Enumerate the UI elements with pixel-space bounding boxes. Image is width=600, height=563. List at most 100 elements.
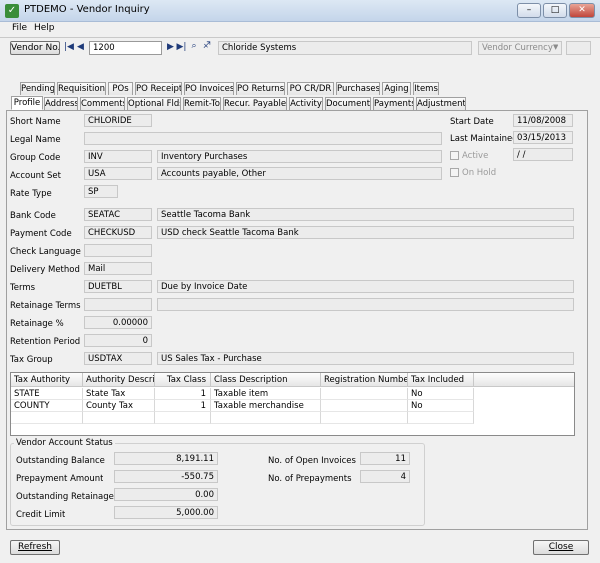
table-cell[interactable] bbox=[321, 400, 408, 412]
credit-limit-label: Credit Limit bbox=[16, 510, 66, 520]
vendor-currency-select[interactable]: Vendor Currency bbox=[478, 41, 562, 55]
tab-aging[interactable]: Aging bbox=[382, 82, 411, 95]
retainage-terms-description bbox=[157, 298, 574, 311]
table-cell-empty[interactable] bbox=[11, 412, 83, 424]
start-date-field: 11/08/2008 bbox=[513, 114, 573, 127]
table-cell-empty[interactable] bbox=[83, 412, 155, 424]
tax-group-label: Tax Group bbox=[10, 355, 53, 365]
tax-group-field: USDTAX bbox=[84, 352, 152, 365]
zoom-icon[interactable]: ♐ bbox=[201, 41, 213, 51]
table-cell[interactable]: No bbox=[408, 388, 474, 400]
chevron-down-icon[interactable]: ▼ bbox=[553, 43, 558, 51]
grid-header-tax-class[interactable]: Tax Class bbox=[155, 373, 211, 387]
tab-po-receipts[interactable]: PO Receipts bbox=[135, 82, 182, 95]
grid-header-class-description[interactable]: Class Description bbox=[211, 373, 321, 387]
table-cell[interactable]: STATE bbox=[11, 388, 83, 400]
table-cell[interactable] bbox=[321, 388, 408, 400]
previous-record-icon[interactable]: ◀ bbox=[76, 42, 85, 52]
tab-comments[interactable]: Comments bbox=[80, 97, 125, 110]
grid-header-authority-description[interactable]: Authority Descri... bbox=[83, 373, 155, 387]
tab-remit-to[interactable]: Remit-To bbox=[183, 97, 221, 110]
vendor-no-button[interactable]: Vendor No. bbox=[10, 41, 60, 55]
last-maintained-field: 03/15/2013 bbox=[513, 131, 573, 144]
refresh-button[interactable]: Refresh bbox=[10, 540, 60, 555]
table-cell[interactable]: Taxable merchandise bbox=[211, 400, 321, 412]
terms-description: Due by Invoice Date bbox=[157, 280, 574, 293]
group-code-label: Group Code bbox=[10, 153, 61, 163]
group-code-field: INV bbox=[84, 150, 152, 163]
minimize-button[interactable]: – bbox=[517, 3, 541, 18]
vendor-name-field: Chloride Systems bbox=[218, 41, 472, 55]
close-window-button[interactable]: ✕ bbox=[569, 3, 595, 18]
tab-pending[interactable]: Pending bbox=[20, 82, 55, 95]
app-icon: ✓ bbox=[5, 4, 19, 18]
terms-field: DUETBL bbox=[84, 280, 152, 293]
tab-requisitions[interactable]: Requisitions bbox=[57, 82, 106, 95]
table-cell[interactable]: 1 bbox=[155, 400, 211, 412]
bank-code-description: Seattle Tacoma Bank bbox=[157, 208, 574, 221]
table-cell[interactable]: 1 bbox=[155, 388, 211, 400]
tab-items[interactable]: Items bbox=[413, 82, 439, 95]
last-record-icon[interactable]: ▶| bbox=[176, 42, 187, 52]
tab-documents[interactable]: Documents bbox=[325, 97, 371, 110]
vendor-number-field[interactable]: 1200 bbox=[89, 41, 162, 55]
bank-code-label: Bank Code bbox=[10, 211, 56, 221]
tab-recur-payables[interactable]: Recur. Payables bbox=[223, 97, 287, 110]
first-record-icon[interactable]: |◀ bbox=[64, 42, 74, 52]
window-title: PTDEMO - Vendor Inquiry bbox=[24, 4, 150, 15]
retainage-terms-field bbox=[84, 298, 152, 311]
grid-header-registration-number[interactable]: Registration Number bbox=[321, 373, 408, 387]
tab-pos[interactable]: POs bbox=[108, 82, 133, 95]
retainage-pct-field: 0.00000 bbox=[84, 316, 152, 329]
grid-header-tax-included[interactable]: Tax Included bbox=[408, 373, 474, 387]
active-label: Active bbox=[462, 151, 489, 161]
outstanding-retainage-field: 0.00 bbox=[114, 488, 218, 501]
tab-address[interactable]: Address bbox=[44, 97, 78, 110]
tab-po-invoices[interactable]: PO Invoices bbox=[184, 82, 234, 95]
table-cell-empty[interactable] bbox=[155, 412, 211, 424]
bank-code-field: SEATAC bbox=[84, 208, 152, 221]
tab-adjustments[interactable]: Adjustments bbox=[416, 97, 466, 110]
tab-payments[interactable]: Payments bbox=[373, 97, 414, 110]
account-set-field: USA bbox=[84, 167, 152, 180]
table-cell[interactable]: State Tax bbox=[83, 388, 155, 400]
close-button[interactable]: Close bbox=[533, 540, 589, 555]
short-name-label: Short Name bbox=[10, 117, 61, 127]
active-checkbox[interactable] bbox=[450, 151, 459, 160]
table-cell[interactable]: No bbox=[408, 400, 474, 412]
legal-name-label: Legal Name bbox=[10, 135, 61, 145]
outstanding-balance-field: 8,191.11 bbox=[114, 452, 218, 465]
maximize-button[interactable]: □ bbox=[543, 3, 567, 18]
table-cell[interactable]: Taxable item bbox=[211, 388, 321, 400]
table-cell-empty[interactable] bbox=[211, 412, 321, 424]
tab-optional-fields[interactable]: Optional Flds. bbox=[127, 97, 181, 110]
grid-header-tax-authority[interactable]: Tax Authority bbox=[11, 373, 83, 387]
on-hold-checkbox[interactable] bbox=[450, 168, 459, 177]
prepayment-amount-label: Prepayment Amount bbox=[16, 474, 104, 484]
tab-activity[interactable]: Activity bbox=[289, 97, 323, 110]
tab-purchases[interactable]: Purchases bbox=[336, 82, 380, 95]
table-cell-empty[interactable] bbox=[321, 412, 408, 424]
account-set-description: Accounts payable, Other bbox=[157, 167, 442, 180]
tab-po-returns[interactable]: PO Returns bbox=[236, 82, 285, 95]
grid-header-filler bbox=[474, 373, 574, 387]
short-name-field: CHLORIDE bbox=[84, 114, 152, 127]
group-code-description: Inventory Purchases bbox=[157, 150, 442, 163]
menu-help[interactable]: Help bbox=[34, 23, 55, 33]
tab-po-cr-dr[interactable]: PO CR/DR bbox=[287, 82, 334, 95]
check-language-label: Check Language bbox=[10, 247, 81, 257]
start-date-label: Start Date bbox=[450, 117, 494, 127]
tab-profile[interactable]: Profile bbox=[11, 96, 43, 110]
table-cell[interactable]: County Tax bbox=[83, 400, 155, 412]
table-cell-empty[interactable] bbox=[408, 412, 474, 424]
legal-name-field bbox=[84, 132, 442, 145]
next-record-icon[interactable]: ▶ bbox=[166, 42, 175, 52]
menu-bar bbox=[0, 22, 600, 36]
table-cell[interactable]: COUNTY bbox=[11, 400, 83, 412]
payment-code-description: USD check Seattle Tacoma Bank bbox=[157, 226, 574, 239]
tax-authority-grid[interactable]: Tax Authority Authority Descri... Tax Cl… bbox=[10, 372, 575, 436]
prepayments-field: 4 bbox=[360, 470, 410, 483]
search-icon[interactable]: ⌕ bbox=[189, 41, 199, 51]
retention-period-label: Retention Period bbox=[10, 337, 81, 347]
menu-file[interactable]: File bbox=[12, 23, 27, 33]
